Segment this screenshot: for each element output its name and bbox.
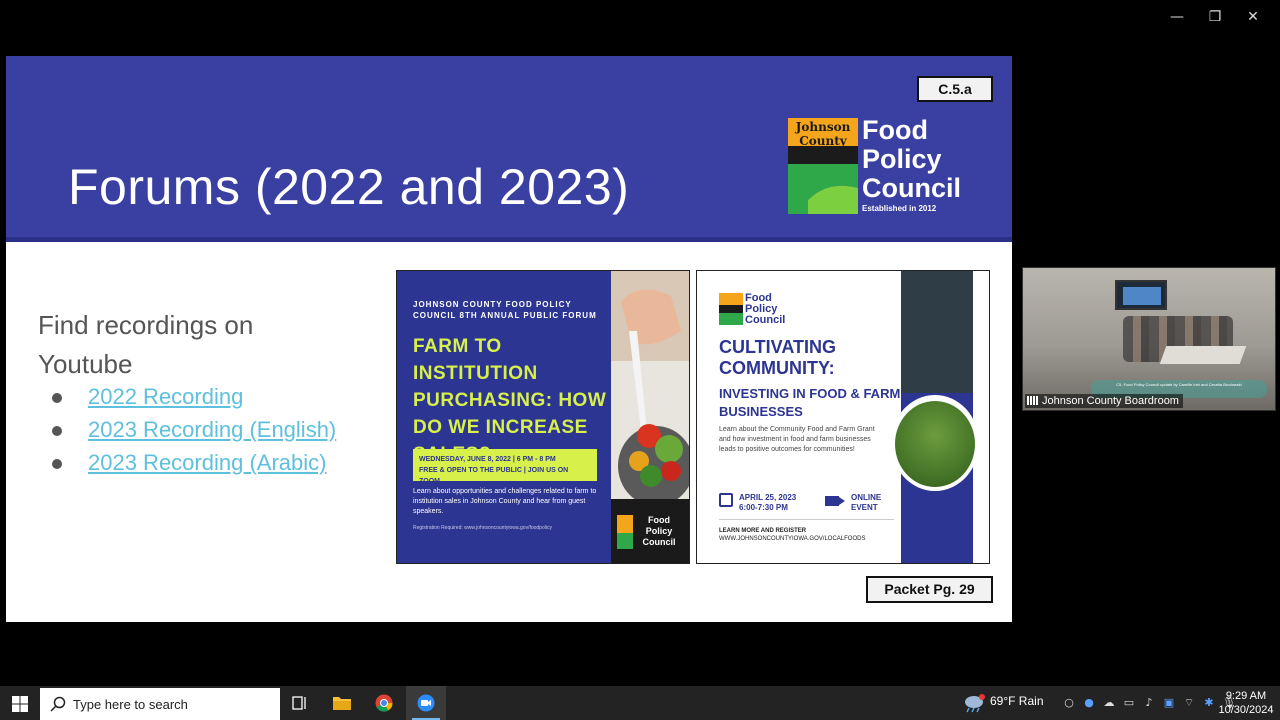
poster-side-band-top (901, 271, 973, 393)
packet-section-badge: C.5.a (917, 76, 993, 102)
system-tray: ○ ● ☁ ▭ ♪ ▣ ⌔ ✱ 🎙 (1062, 696, 1236, 710)
svg-text:Council: Council (643, 537, 676, 547)
onedrive-icon[interactable]: ☁ (1102, 696, 1116, 710)
task-view-icon (292, 696, 306, 710)
minimize-button[interactable]: — (1158, 6, 1196, 28)
screen: — ❐ ✕ Forums (2022 and 2023) C.5.a Johns… (0, 0, 1280, 720)
window-controls: — ❐ ✕ (1158, 6, 1272, 28)
signal-bars-icon (1027, 396, 1039, 405)
taskbar-clock[interactable]: 9:29 AM 10/30/2024 (1218, 689, 1274, 717)
poster-date-box: WEDNESDAY, JUNE 8, 2022 | 6 PM - 8 PM FR… (413, 449, 597, 485)
windows-logo-icon (12, 696, 28, 712)
forum-2022-poster: JOHNSON COUNTY FOOD POLICY COUNCIL 8TH A… (396, 270, 690, 564)
volume-icon[interactable]: ♪ (1142, 696, 1156, 710)
weather-rain-icon (965, 694, 985, 713)
poster-org-text: JOHNSON COUNTY FOOD POLICY COUNCIL 8TH A… (413, 300, 597, 320)
shared-slide: Forums (2022 and 2023) C.5.a Johnson Cou… (6, 56, 1012, 622)
poster-logo-text: Food Policy Council (745, 292, 786, 326)
list-item: 2022 Recording (52, 384, 336, 417)
recording-link-2023-english[interactable]: 2023 Recording (English) (88, 417, 336, 442)
bluetooth-icon[interactable]: ✱ (1202, 696, 1216, 710)
search-placeholder: Type here to search (73, 697, 188, 712)
boardroom-table (1159, 346, 1247, 364)
slide-title: Forums (2022 and 2023) (68, 159, 630, 215)
poster-description: Learn about opportunities and challenges… (413, 488, 597, 515)
participant-video-tile[interactable]: C5. Food Policy Council update by Camill… (1022, 267, 1276, 411)
cortana-icon[interactable]: ○ (1062, 696, 1076, 710)
zoom-tray-icon[interactable]: ● (1082, 696, 1096, 710)
find-recordings-text: Find recordings on Youtube (38, 310, 254, 379)
recording-link-2023-arabic[interactable]: 2023 Recording (Arabic) (88, 450, 326, 475)
svg-text:Policy: Policy (646, 526, 673, 536)
poster-learn-more: LEARN MORE AND REGISTER WWW.JOHNSONCOUNT… (719, 528, 866, 542)
divider (719, 519, 894, 520)
poster-title: FARM TO INSTITUTION PURCHASING: HOW DO W… (413, 336, 607, 465)
chrome-button[interactable] (364, 686, 404, 720)
poster-online-event: ONLINE EVENT (851, 493, 882, 512)
fpc-small-logo-icon (719, 293, 743, 325)
file-explorer-button[interactable] (322, 686, 362, 720)
bullet-icon (52, 459, 62, 469)
taskbar-search-box[interactable]: Type here to search (40, 688, 280, 720)
poster-description: Learn about the Community Food and Farm … (719, 426, 875, 453)
battery-icon[interactable]: ▭ (1122, 696, 1136, 710)
folder-icon (333, 697, 351, 710)
video-camera-icon (825, 496, 845, 506)
farmer-photo-icon (895, 401, 975, 487)
svg-text:County: County (799, 134, 848, 148)
zoom-button[interactable] (406, 686, 446, 720)
svg-text:Food: Food (648, 515, 670, 525)
packet-page-badge: Packet Pg. 29 (866, 576, 993, 603)
list-item: 2023 Recording (Arabic) (52, 450, 336, 483)
wifi-icon[interactable]: ⌔ (1182, 696, 1196, 710)
windows-taskbar: Type here to search 69°F Rain ○ ● ☁ ▭ ♪ … (0, 686, 1280, 720)
monitor-icon[interactable]: ▣ (1162, 696, 1176, 710)
zoom-icon (417, 694, 435, 712)
restore-button[interactable]: ❐ (1196, 6, 1234, 28)
recordings-list: 2022 Recording 2023 Recording (English) … (52, 384, 336, 483)
poster-date: APRIL 25, 2023 6:00-7:30 PM (739, 493, 797, 512)
weather-widget[interactable]: 69°F Rain (990, 694, 1044, 708)
poster-registration: Registration Required: www.johnsoncounty… (413, 525, 552, 531)
poster-title: CULTIVATING COMMUNITY: (719, 337, 836, 378)
johnson-county-logo-icon: Johnson County (788, 118, 858, 214)
recording-link-2022[interactable]: 2022 Recording (88, 384, 243, 409)
close-button[interactable]: ✕ (1234, 6, 1272, 28)
fpc-logo-text: Food Policy Council (862, 115, 961, 203)
boardroom-screen-icon (1115, 280, 1167, 310)
participant-name-label: Johnson County Boardroom (1025, 394, 1183, 408)
list-item: 2023 Recording (English) (52, 417, 336, 450)
forum-2023-poster: Food Policy Council CULTIVATING COMMUNIT… (696, 270, 990, 564)
search-icon (50, 696, 66, 712)
vegetables-photo-icon: Food Policy Council (611, 271, 689, 563)
svg-text:Johnson: Johnson (795, 120, 851, 134)
task-view-button[interactable] (280, 686, 320, 720)
bullet-icon (52, 426, 62, 436)
bullet-icon (52, 393, 62, 403)
chrome-icon (375, 694, 393, 712)
start-button[interactable] (0, 686, 40, 720)
calendar-icon (719, 493, 733, 507)
poster-subtitle: INVESTING IN FOOD & FARM BUSINESSES (719, 386, 901, 419)
fpc-established: Established in 2012 (862, 204, 937, 213)
